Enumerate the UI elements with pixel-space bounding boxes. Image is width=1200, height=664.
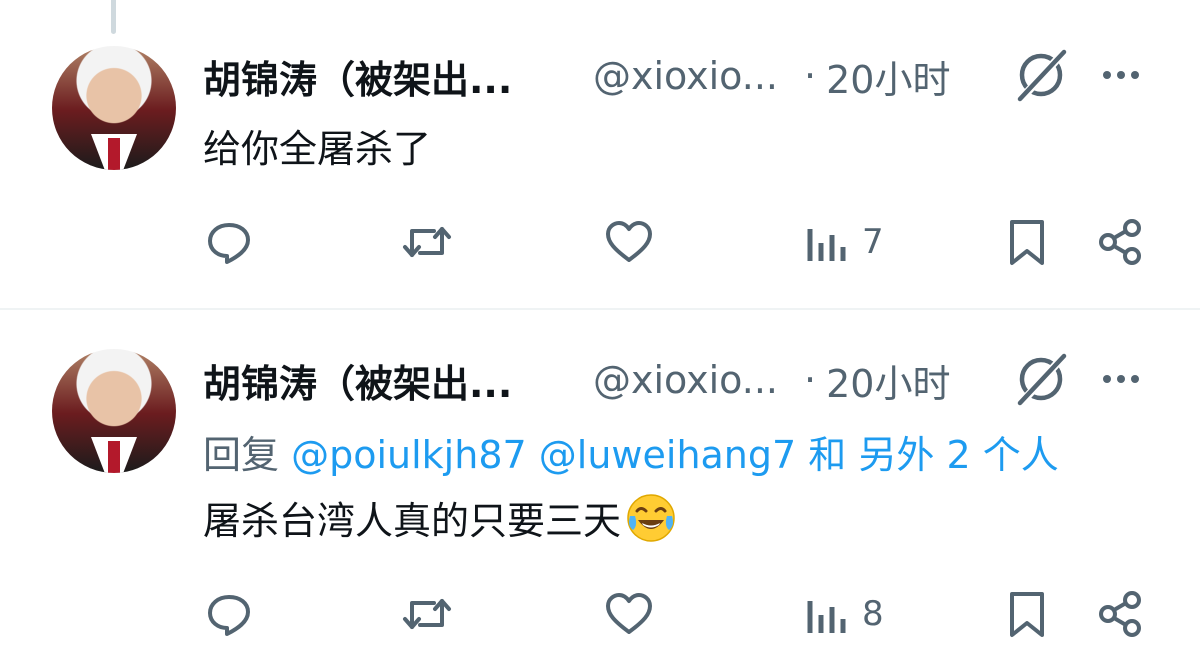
tweet-header: 胡锦涛（被架出... @xioxio... · 20小时 [203,350,950,410]
author-name[interactable]: 胡锦涛（被架出... [203,353,563,408]
views-count: 8 [862,594,884,634]
more-icon[interactable] [1098,52,1144,98]
retweet-button[interactable] [402,584,452,644]
mention-link[interactable]: @poiulkjh87 [291,433,527,477]
views-icon [807,601,846,633]
share-button[interactable] [1096,584,1146,644]
grok-icon[interactable] [1012,46,1070,104]
share-icon [1099,591,1141,637]
reply-button[interactable] [204,212,254,272]
share-button[interactable] [1096,212,1146,272]
mention-link[interactable]: @luweihang7 [539,433,796,477]
separator-dot: · [804,358,817,402]
tweet-text: 屠杀台湾人真的只要三天 [203,490,677,545]
action-bar: 8 [0,584,1200,644]
like-button[interactable] [604,584,654,644]
retweet-icon [403,599,451,629]
views-button[interactable]: 8 [802,584,884,644]
author-handle[interactable]: @xioxio... [593,358,788,402]
separator-dot: · [804,54,817,98]
bookmark-button[interactable] [1002,584,1052,644]
like-icon [606,221,652,262]
bookmark-button[interactable] [1002,212,1052,272]
grok-icon[interactable] [1012,350,1070,408]
reply-prefix: 回复 [203,433,280,477]
views-count: 7 [862,222,884,262]
tweet-text: 给你全屠杀了 [203,127,432,171]
tweet[interactable]: 胡锦涛（被架出... @xioxio... · 20小时 回复 @poiulkj… [0,310,1200,664]
bookmark-icon [1010,592,1044,637]
tweet-text-body: 屠杀台湾人真的只要三天 [203,499,622,543]
action-bar: 7 [0,212,1200,272]
reply-others-link[interactable]: 和 另外 2 个人 [808,433,1058,477]
author-handle[interactable]: @xioxio... [593,54,788,98]
tweet[interactable]: 胡锦涛（被架出... @xioxio... · 20小时 给你全屠杀了 7 [0,0,1200,308]
replying-to: 回复 @poiulkjh87 @luweihang7 和 另外 2 个人 [203,424,1059,479]
avatar[interactable] [52,349,176,473]
face-with-tears-of-joy-icon [627,494,675,542]
retweet-icon [403,227,451,257]
like-button[interactable] [604,212,654,272]
more-icon[interactable] [1098,356,1144,402]
reply-button[interactable] [204,584,254,644]
timestamp[interactable]: 20小时 [826,353,950,408]
bookmark-icon [1010,220,1044,265]
views-icon [807,229,846,261]
author-name[interactable]: 胡锦涛（被架出... [203,49,563,104]
views-button[interactable]: 7 [802,212,884,272]
avatar[interactable] [52,46,176,170]
reply-icon [208,595,250,636]
tweet-header: 胡锦涛（被架出... @xioxio... · 20小时 [203,46,950,106]
like-icon [606,593,652,634]
share-icon [1099,219,1141,265]
reply-icon [208,223,250,264]
timestamp[interactable]: 20小时 [826,49,950,104]
retweet-button[interactable] [402,212,452,272]
